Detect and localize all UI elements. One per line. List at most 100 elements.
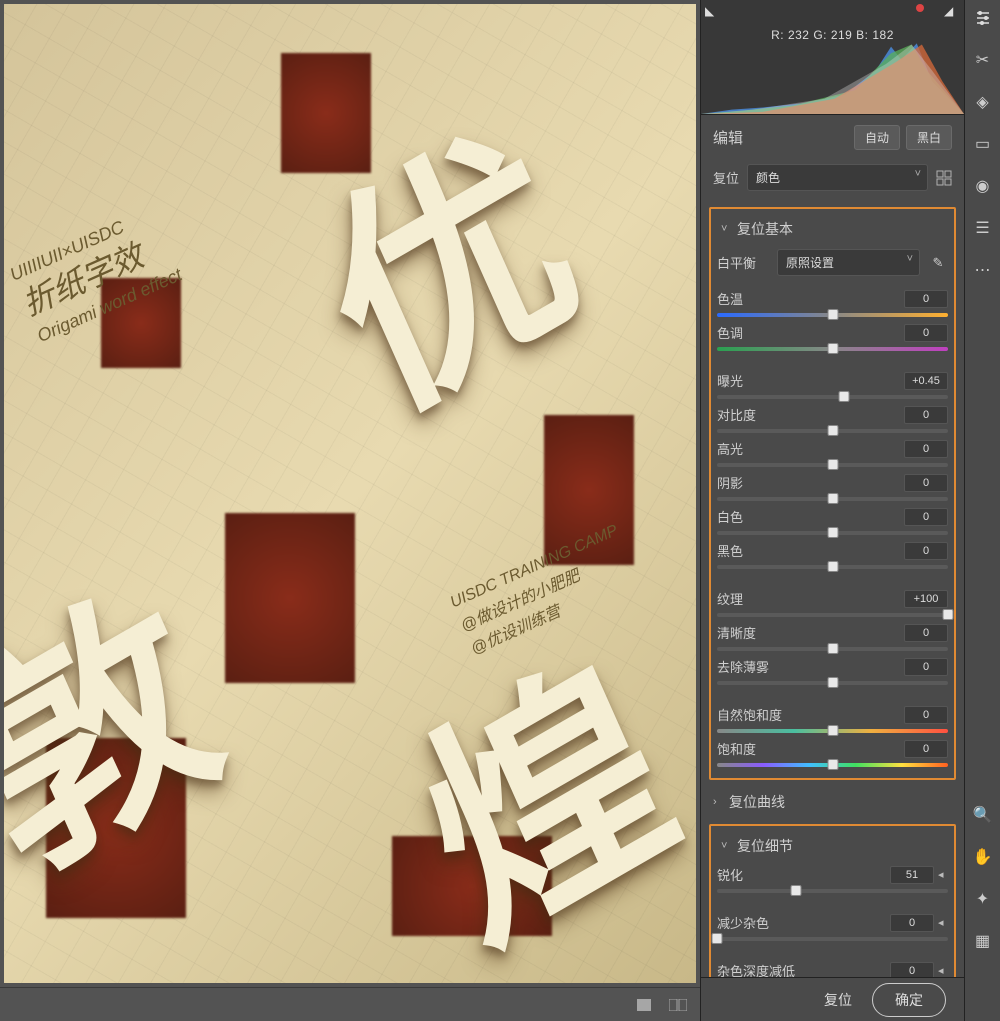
slider-label-clarity: 清晰度 [717,623,756,642]
ok-button[interactable]: 确定 [872,983,946,1017]
slider-track-texture[interactable] [717,613,948,617]
profile-browser-icon[interactable] [936,170,952,186]
slider-label-whites: 白色 [717,507,743,526]
auto-button[interactable]: 自动 [854,125,900,150]
slider-value-blacks[interactable]: 0 [904,542,948,560]
slider-track-highlights[interactable] [717,463,948,467]
slider-value-nr[interactable]: 0 [890,914,934,932]
slider-label-colornr: 杂色深度减低 [717,961,795,977]
detail-title: 复位细节 [737,836,793,856]
highlight-clip-icon[interactable]: ◢ [944,4,960,18]
presets-icon[interactable]: ☰ [971,216,995,240]
chevron-down-icon: ˅ [721,840,731,852]
slider-value-highlights[interactable]: 0 [904,440,948,458]
slider-value-clarity[interactable]: 0 [904,624,948,642]
disclosure-icon[interactable]: ◂ [938,964,948,977]
crop-tool-icon[interactable]: ✂ [971,48,995,72]
canvas-footer [0,987,700,1021]
slider-track-temp[interactable] [717,313,948,317]
chevron-down-icon: ˅ [721,223,731,235]
edit-tool-icon[interactable] [971,6,995,30]
shadow-clip-icon[interactable]: ◣ [705,4,721,18]
slider-value-texture[interactable]: +100 [904,590,948,608]
slider-value-vibrance[interactable]: 0 [904,706,948,724]
slider-track-shadows[interactable] [717,497,948,501]
mask-tool-icon[interactable]: ▭ [971,132,995,156]
slider-track-dehaze[interactable] [717,681,948,685]
slider-thumb-whites[interactable] [827,527,838,538]
slider-track-saturation[interactable] [717,763,948,767]
slider-value-colornr[interactable]: 0 [890,962,934,978]
slider-value-tint[interactable]: 0 [904,324,948,342]
reset-button[interactable]: 复位 [824,990,852,1010]
more-icon[interactable]: ⋯ [971,258,995,282]
basic-title: 复位基本 [737,219,793,239]
slider-label-tint: 色调 [717,323,743,342]
slider-thumb-vibrance[interactable] [827,725,838,736]
slider-thumb-dehaze[interactable] [827,677,838,688]
slider-track-tint[interactable] [717,347,948,351]
canvas-area: 优 敦 煌 UIIIIUII×UISDC 折纸字效 Origami word e… [0,0,700,1021]
heal-tool-icon[interactable]: ◈ [971,90,995,114]
hand-tool-icon[interactable]: ✋ [971,845,995,869]
basic-section-header[interactable]: ˅ 复位基本 [717,213,948,245]
slider-vibrance: 自然饱和度0 [717,702,948,736]
slider-value-contrast[interactable]: 0 [904,406,948,424]
tool-rail: ✂ ◈ ▭ ◉ ☰ ⋯ 🔍 ✋ ✦ ▦ [964,0,1000,1021]
slider-thumb-highlights[interactable] [827,459,838,470]
edit-title: 编辑 [713,127,743,148]
zoom-tool-icon[interactable]: 🔍 [971,803,995,827]
slider-track-vibrance[interactable] [717,729,948,733]
slider-thumb-temp[interactable] [827,309,838,320]
grid-tool-icon[interactable]: ▦ [971,929,995,953]
slider-label-contrast: 对比度 [717,405,756,424]
wb-label: 白平衡 [717,253,769,272]
slider-value-whites[interactable]: 0 [904,508,948,526]
slider-temp: 色温0 [717,286,948,320]
slider-track-clarity[interactable] [717,647,948,651]
slider-thumb-sharpen[interactable] [790,885,801,896]
detail-section: ˅ 复位细节 锐化51◂减少杂色0◂杂色深度减低0◂ [709,824,956,977]
disclosure-icon[interactable]: ◂ [938,868,948,881]
slider-label-nr: 减少杂色 [717,913,769,932]
slider-thumb-saturation[interactable] [827,759,838,770]
slider-saturation: 饱和度0 [717,736,948,770]
view-single-icon[interactable] [632,996,656,1014]
panel-scroll[interactable]: ˅ 复位基本 白平衡 原照设置 ✎ 色温0色调0曝光+0.45对比度0高光0阴影… [701,201,964,977]
slider-track-nr[interactable] [717,937,948,941]
eyedropper-icon[interactable]: ✎ [928,255,948,271]
slider-track-exposure[interactable] [717,395,948,399]
slider-thumb-exposure[interactable] [839,391,850,402]
slider-thumb-shadows[interactable] [827,493,838,504]
slider-thumb-tint[interactable] [827,343,838,354]
wb-select[interactable]: 原照设置 [777,249,920,276]
slider-value-temp[interactable]: 0 [904,290,948,308]
slider-value-saturation[interactable]: 0 [904,740,948,758]
view-before-after-icon[interactable] [666,996,690,1014]
slider-dehaze: 去除薄雾0 [717,654,948,688]
slider-thumb-clarity[interactable] [827,643,838,654]
slider-track-blacks[interactable] [717,565,948,569]
sampler-tool-icon[interactable]: ✦ [971,887,995,911]
curve-title: 复位曲线 [729,792,785,812]
redeye-tool-icon[interactable]: ◉ [971,174,995,198]
slider-value-dehaze[interactable]: 0 [904,658,948,676]
slider-track-whites[interactable] [717,531,948,535]
profile-select[interactable]: 颜色 [747,164,928,191]
bw-button[interactable]: 黑白 [906,125,952,150]
slider-label-shadows: 阴影 [717,473,743,492]
slider-thumb-contrast[interactable] [827,425,838,436]
slider-track-sharpen[interactable] [717,889,948,893]
histogram[interactable]: ◣ ◢ R: 232 G: 219 B: 182 [701,0,964,115]
slider-value-exposure[interactable]: +0.45 [904,372,948,390]
document-preview[interactable]: 优 敦 煌 UIIIIUII×UISDC 折纸字效 Origami word e… [4,4,696,983]
slider-track-contrast[interactable] [717,429,948,433]
slider-value-shadows[interactable]: 0 [904,474,948,492]
slider-thumb-nr[interactable] [712,933,723,944]
slider-thumb-texture[interactable] [943,609,954,620]
curve-section-header[interactable]: › 复位曲线 [709,786,956,818]
slider-value-sharpen[interactable]: 51 [890,866,934,884]
disclosure-icon[interactable]: ◂ [938,916,948,929]
detail-section-header[interactable]: ˅ 复位细节 [717,830,948,862]
slider-thumb-blacks[interactable] [827,561,838,572]
